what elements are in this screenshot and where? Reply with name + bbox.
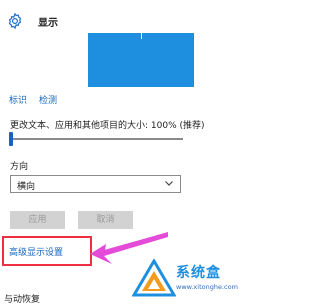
- bottom-partial-text: 与动恢复: [4, 295, 41, 305]
- page-title: 显示: [38, 18, 58, 29]
- identify-link[interactable]: 标识: [9, 93, 27, 106]
- orientation-label: 方向: [10, 162, 29, 172]
- orientation-dropdown[interactable]: 横向: [10, 175, 181, 193]
- apply-button[interactable]: 应用: [10, 211, 65, 229]
- orientation-value: 横向: [17, 182, 36, 192]
- display-preview[interactable]: [88, 33, 194, 87]
- advanced-display-settings-link[interactable]: 高级显示设置: [9, 245, 63, 258]
- scale-slider-thumb[interactable]: [9, 132, 13, 146]
- detect-link[interactable]: 检测: [39, 93, 57, 106]
- display-preview-marker: [141, 33, 142, 39]
- watermark-logo: [132, 259, 176, 297]
- cancel-button[interactable]: 取消: [78, 211, 133, 229]
- watermark-brand: 系统盒: [176, 265, 221, 281]
- gear-icon: [8, 12, 22, 30]
- chevron-down-icon: [165, 181, 173, 186]
- scale-label: 更改文本、应用和其他项目的大小: 100% (推荐): [10, 121, 205, 131]
- watermark-url: www.xitonghe.com: [176, 283, 238, 291]
- scale-slider-track[interactable]: [10, 138, 183, 140]
